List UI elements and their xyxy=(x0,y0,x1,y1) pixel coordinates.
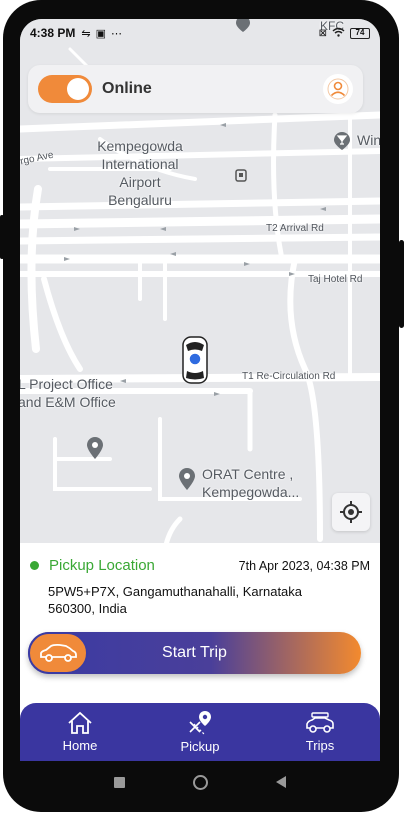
map-pin-icon xyxy=(179,468,195,490)
volume-button xyxy=(0,215,4,259)
wifi-icon xyxy=(332,27,345,40)
map-pin-icon xyxy=(87,437,103,459)
nav-trips-label: Trips xyxy=(305,738,335,753)
system-nav-bar xyxy=(20,761,380,803)
t2-arrival-label: T2 Arrival Rd xyxy=(266,223,324,234)
nav-pickup[interactable]: Pickup xyxy=(140,703,260,761)
nav-trips[interactable]: Trips xyxy=(260,703,380,761)
project-office-label: L Project Office and E&M Office xyxy=(20,376,116,410)
toggle-knob xyxy=(67,78,89,100)
start-trip-button[interactable]: Start Trip xyxy=(28,632,361,674)
back-icon[interactable] xyxy=(276,776,286,788)
recents-icon[interactable] xyxy=(114,776,125,788)
bar-pin-icon xyxy=(334,132,350,150)
home-icon xyxy=(68,711,92,734)
online-status-bar: Online xyxy=(28,65,363,113)
status-time: 4:38 PM xyxy=(30,26,76,40)
bottom-nav: Home Pickup Trips xyxy=(20,703,380,761)
app-screen: Kempegowda International Airport Bengalu… xyxy=(20,19,380,761)
airport-label: Kempegowda International Airport Bengalu… xyxy=(97,138,183,208)
phone-frame: Kempegowda International Airport Bengalu… xyxy=(0,0,405,814)
pickup-icon xyxy=(189,711,211,735)
taj-hotel-label: Taj Hotel Rd xyxy=(308,274,363,285)
battery-icon: 74 xyxy=(350,27,370,39)
home-system-icon[interactable] xyxy=(193,774,208,790)
card-icon: ▣ xyxy=(95,27,106,40)
online-toggle[interactable] xyxy=(38,75,92,103)
power-button xyxy=(399,240,404,328)
my-location-button[interactable] xyxy=(332,493,370,531)
address-line-1: 5PW5+P7X, Gangamuthanahalli, Karnataka xyxy=(48,584,303,599)
pickup-datetime: 7th Apr 2023, 04:38 PM xyxy=(238,558,370,573)
crosshair-icon xyxy=(340,501,362,523)
vehicle-marker-icon xyxy=(182,336,208,384)
start-trip-slider-handle[interactable] xyxy=(28,632,88,674)
orat-centre-label: ORAT Centre , Kempegowda... xyxy=(202,466,300,500)
nav-home-label: Home xyxy=(62,738,98,753)
pickup-title: Pickup Location xyxy=(49,557,155,574)
nav-pickup-label: Pickup xyxy=(180,739,220,754)
car-icon xyxy=(306,712,334,733)
online-status-label: Online xyxy=(102,80,152,97)
sim-off-icon: ⊠ xyxy=(318,27,327,39)
car-icon xyxy=(40,643,77,662)
user-icon xyxy=(327,78,349,100)
pickup-address: 5PW5+P7X, Gangamuthanahalli, Karnataka 5… xyxy=(48,583,348,617)
status-bar: 4:38 PM ⇋ ▣ ⋯ ⊠ 74 xyxy=(20,19,380,47)
more-icon: ⋯ xyxy=(110,27,122,40)
address-line-2: 560300, India xyxy=(48,601,127,616)
wine-label: Wine xyxy=(357,132,380,148)
usb-icon: ⇋ xyxy=(81,27,91,40)
profile-button[interactable] xyxy=(323,74,353,104)
nav-home[interactable]: Home xyxy=(20,703,140,761)
pickup-status-dot xyxy=(30,561,39,570)
t1-recirculation-label: T1 Re-Circulation Rd xyxy=(242,371,336,382)
